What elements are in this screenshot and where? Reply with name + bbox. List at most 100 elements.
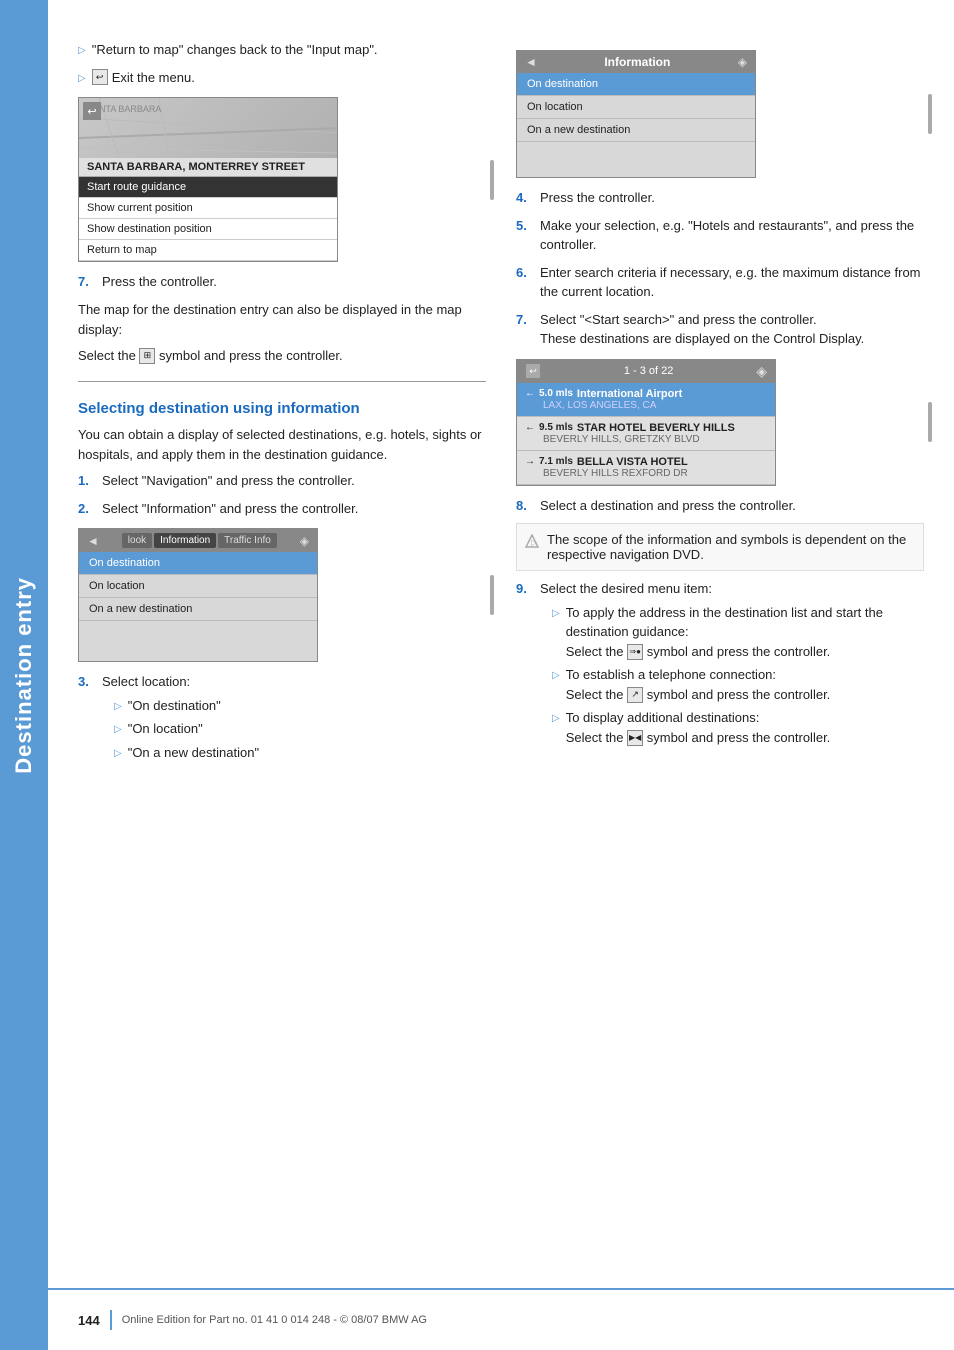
bullet-arrow-icon: ▷	[78, 43, 86, 58]
sub-b: ▷ To establish a telephone connection: S…	[552, 665, 924, 704]
step-3-text: Select location:	[102, 674, 190, 689]
back-icon: ↩	[92, 69, 108, 85]
step-8-num: 8.	[516, 496, 532, 516]
step-9-num: 9.	[516, 579, 532, 751]
step-7-right-text: Select "<Start search>" and press the co…	[540, 312, 817, 327]
two-column-layout: ▷ "Return to map" changes back to the "I…	[78, 40, 924, 774]
sub-a-text: To apply the address in the destination …	[566, 603, 924, 662]
step-9-content: Select the desired menu item: ▷ To apply…	[540, 579, 924, 751]
nav-screen-container: SANTA BARBARA ↩ SANTA BARBARA, MONTERREY…	[78, 97, 486, 262]
result-1-sub: LAX, LOS ANGELES, CA	[543, 400, 767, 411]
info-screen2-header: ◄ Information ◈	[517, 51, 755, 73]
step-1-text: Select "Navigation" and press the contro…	[102, 473, 355, 488]
result-item-3-title: → 7.1 mls BELLA VISTA HOTEL	[525, 456, 767, 468]
results-count: 1 - 3 of 22	[624, 365, 674, 377]
info2-right-icon[interactable]: ◈	[738, 55, 747, 69]
results-screen: ↩ 1 - 3 of 22 ◈ ← 5.0 mls International …	[516, 359, 776, 486]
step-2-num: 2.	[78, 499, 94, 519]
result-arrow-3: →	[525, 456, 535, 467]
info-note-box: ▷ The scope of the information and symbo…	[516, 523, 924, 571]
step-7-right: 7. Select "<Start search>" and press the…	[516, 310, 924, 349]
step-9-text: Select the desired menu item:	[540, 581, 712, 596]
step-5-num: 5.	[516, 216, 532, 255]
left-nav-icon[interactable]: ◄	[87, 534, 99, 548]
info2-on-destination[interactable]: On destination	[517, 73, 755, 96]
step-6: 6. Enter search criteria if necessary, e…	[516, 263, 924, 302]
result-item-1[interactable]: ← 5.0 mls International Airport LAX, LOS…	[517, 383, 775, 417]
sub-b-intro: To establish a telephone connection:	[566, 667, 776, 682]
svg-text:▷: ▷	[531, 538, 538, 547]
nav-menu-show-current[interactable]: Show current position	[79, 198, 337, 219]
info2-left-icon[interactable]: ◄	[525, 55, 537, 69]
nav-menu-show-current-label: Show current position	[87, 202, 193, 214]
bullet-exit-text: Exit the menu.	[112, 68, 195, 88]
step-3-num: 3.	[78, 672, 94, 766]
info-menu-on-location-label: On location	[89, 580, 145, 592]
result-3-dist: 7.1 mls	[539, 456, 573, 467]
map-back-icon[interactable]: ↩	[83, 102, 101, 120]
sub-on-location: ▷ "On location"	[114, 719, 486, 739]
nav-menu-return[interactable]: Return to map	[79, 240, 337, 261]
sidebar: Destination entry	[0, 0, 48, 1350]
info2-on-new-dest[interactable]: On a new destination	[517, 119, 755, 142]
info-screen: ◄ look Information Traffic Info ◈ On des…	[78, 528, 318, 662]
result-item-3[interactable]: → 7.1 mls BELLA VISTA HOTEL BEVERLY HILL…	[517, 451, 775, 485]
step-1-content: Select "Navigation" and press the contro…	[102, 471, 486, 491]
step-2: 2. Select "Information" and press the co…	[78, 499, 486, 519]
dest-icon: ⇒●	[627, 644, 643, 660]
results-back-icon[interactable]: ↩	[525, 363, 541, 379]
info-screen-header: ◄ look Information Traffic Info ◈	[79, 529, 317, 552]
step-9: 9. Select the desired menu item: ▷ To ap…	[516, 579, 924, 751]
info-tabs: look Information Traffic Info	[122, 533, 277, 548]
bullet-return-to-map: ▷ "Return to map" changes back to the "I…	[78, 40, 486, 60]
info-note-text: The scope of the information and symbols…	[547, 532, 915, 562]
step-8: 8. Select a destination and press the co…	[516, 496, 924, 516]
results-icon: ◈	[756, 363, 767, 380]
page-number: 144	[78, 1313, 100, 1328]
sidebar-title: Destination entry	[11, 577, 37, 774]
sub-arrow-1: ▷	[114, 699, 122, 714]
result-1-dist: 5.0 mls	[539, 388, 573, 399]
step-2-content: Select "Information" and press the contr…	[102, 499, 486, 519]
info-menu-on-destination[interactable]: On destination	[79, 552, 317, 575]
right-nav-icon[interactable]: ◈	[300, 534, 309, 548]
step-4: 4. Press the controller.	[516, 188, 924, 208]
footer-text: Online Edition for Part no. 01 41 0 014 …	[122, 1314, 427, 1326]
step-7-right-para: These destinations are displayed on the …	[540, 331, 864, 346]
sub-a-intro: To apply the address in the destination …	[566, 605, 883, 640]
info-menu-on-new-dest-label: On a new destination	[89, 603, 192, 615]
main-content: ▷ "Return to map" changes back to the "I…	[48, 0, 954, 794]
section-para: You can obtain a display of selected des…	[78, 425, 486, 465]
info2-on-location[interactable]: On location	[517, 96, 755, 119]
nav-menu-start-route[interactable]: Start route guidance	[79, 177, 337, 198]
sub-arrow-3: ▷	[114, 746, 122, 761]
result-item-2[interactable]: ← 9.5 mls STAR HOTEL BEVERLY HILLS BEVER…	[517, 417, 775, 451]
sub-c-intro: To display additional destinations:	[566, 710, 760, 725]
tab-look[interactable]: look	[122, 533, 152, 548]
nav-menu-show-dest[interactable]: Show destination position	[79, 219, 337, 240]
result-arrow-2: ←	[525, 422, 535, 433]
sub-c-arrow: ▷	[552, 711, 560, 726]
step-7-left-text: Press the controller.	[102, 274, 217, 289]
result-2-dist: 9.5 mls	[539, 422, 573, 433]
step-3-content: Select location: ▷ "On destination" ▷ "O…	[102, 672, 486, 766]
step-7-right-content: Select "<Start search>" and press the co…	[540, 310, 924, 349]
info-screen2-container: ◄ Information ◈ On destination On locati…	[516, 50, 924, 178]
tab-information[interactable]: Information	[154, 533, 216, 548]
info-screen-container: ◄ look Information Traffic Info ◈ On des…	[78, 528, 486, 662]
bullet-arrow-icon-2: ▷	[78, 71, 86, 86]
tab-traffic[interactable]: Traffic Info	[218, 533, 277, 548]
map-display-para1: The map for the destination entry can al…	[78, 300, 486, 340]
info-menu-on-new-dest[interactable]: On a new destination	[79, 598, 317, 621]
step-1: 1. Select "Navigation" and press the con…	[78, 471, 486, 491]
result-1-name: International Airport	[577, 388, 682, 400]
result-arrow-1: ←	[525, 388, 535, 399]
sub-on-new-dest: ▷ "On a new destination"	[114, 743, 486, 763]
result-2-sub: BEVERLY HILLS, GRETZKY BLVD	[543, 434, 767, 445]
info-menu-on-destination-label: On destination	[89, 557, 160, 569]
info-menu-on-location[interactable]: On location	[79, 575, 317, 598]
nav-screen-map: SANTA BARBARA ↩	[79, 98, 337, 158]
info2-on-location-label: On location	[527, 101, 583, 113]
results-screen-container: ↩ 1 - 3 of 22 ◈ ← 5.0 mls International …	[516, 359, 924, 486]
step-7-right-num: 7.	[516, 310, 532, 349]
